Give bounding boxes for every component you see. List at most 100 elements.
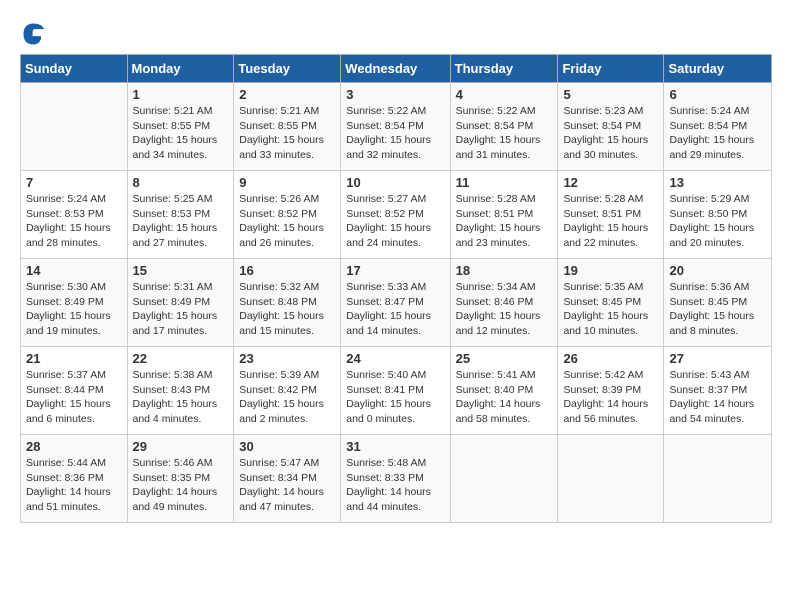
day-info: Sunrise: 5:38 AMSunset: 8:43 PMDaylight:…: [133, 368, 229, 427]
day-info: Sunrise: 5:28 AMSunset: 8:51 PMDaylight:…: [563, 192, 658, 251]
day-info: Sunrise: 5:46 AMSunset: 8:35 PMDaylight:…: [133, 456, 229, 515]
day-cell: 16 Sunrise: 5:32 AMSunset: 8:48 PMDayligh…: [234, 259, 341, 347]
day-cell: 10 Sunrise: 5:27 AMSunset: 8:52 PMDayligh…: [341, 171, 450, 259]
weekday-header-row: SundayMondayTuesdayWednesdayThursdayFrid…: [21, 55, 772, 83]
day-number: 3: [346, 87, 444, 102]
day-cell: 30 Sunrise: 5:47 AMSunset: 8:34 PMDayligh…: [234, 435, 341, 523]
day-cell: 1 Sunrise: 5:21 AMSunset: 8:55 PMDaylight…: [127, 83, 234, 171]
day-info: Sunrise: 5:22 AMSunset: 8:54 PMDaylight:…: [346, 104, 444, 163]
day-info: Sunrise: 5:28 AMSunset: 8:51 PMDaylight:…: [456, 192, 553, 251]
weekday-sunday: Sunday: [21, 55, 128, 83]
day-cell: 24 Sunrise: 5:40 AMSunset: 8:41 PMDayligh…: [341, 347, 450, 435]
week-row-5: 28 Sunrise: 5:44 AMSunset: 8:36 PMDayligh…: [21, 435, 772, 523]
day-number: 7: [26, 175, 122, 190]
day-cell: [450, 435, 558, 523]
day-cell: 6 Sunrise: 5:24 AMSunset: 8:54 PMDaylight…: [664, 83, 772, 171]
day-cell: 5Sunrise: 5:23 AMSunset: 8:54 PMDaylight…: [558, 83, 664, 171]
day-number: 29: [133, 439, 229, 454]
day-cell: 15 Sunrise: 5:31 AMSunset: 8:49 PMDayligh…: [127, 259, 234, 347]
day-number: 14: [26, 263, 122, 278]
day-info: Sunrise: 5:25 AMSunset: 8:53 PMDaylight:…: [133, 192, 229, 251]
day-cell: 21Sunrise: 5:37 AMSunset: 8:44 PMDayligh…: [21, 347, 128, 435]
day-number: 12: [563, 175, 658, 190]
page: SundayMondayTuesdayWednesdayThursdayFrid…: [0, 0, 792, 543]
day-number: 13: [669, 175, 766, 190]
weekday-monday: Monday: [127, 55, 234, 83]
day-info: Sunrise: 5:29 AMSunset: 8:50 PMDaylight:…: [669, 192, 766, 251]
day-cell: 14 Sunrise: 5:30 AMSunset: 8:49 PMDayligh…: [21, 259, 128, 347]
day-cell: [558, 435, 664, 523]
day-info: Sunrise: 5:44 AMSunset: 8:36 PMDaylight:…: [26, 456, 122, 515]
day-number: 17: [346, 263, 444, 278]
day-number: 25: [456, 351, 553, 366]
weekday-saturday: Saturday: [664, 55, 772, 83]
day-number: 26: [563, 351, 658, 366]
day-number: 9: [239, 175, 335, 190]
logo-icon: [20, 20, 48, 48]
day-info: Sunrise: 5:24 AMSunset: 8:54 PMDaylight:…: [669, 104, 766, 163]
day-info: Sunrise: 5:26 AMSunset: 8:52 PMDaylight:…: [239, 192, 335, 251]
weekday-wednesday: Wednesday: [341, 55, 450, 83]
day-number: 5: [563, 87, 658, 102]
day-number: 15: [133, 263, 229, 278]
day-cell: [21, 83, 128, 171]
day-cell: 26 Sunrise: 5:42 AMSunset: 8:39 PMDayligh…: [558, 347, 664, 435]
day-info: Sunrise: 5:27 AMSunset: 8:52 PMDaylight:…: [346, 192, 444, 251]
weekday-thursday: Thursday: [450, 55, 558, 83]
week-row-1: 1 Sunrise: 5:21 AMSunset: 8:55 PMDaylight…: [21, 83, 772, 171]
day-info: Sunrise: 5:43 AMSunset: 8:37 PMDaylight:…: [669, 368, 766, 427]
day-info: Sunrise: 5:31 AMSunset: 8:49 PMDaylight:…: [133, 280, 229, 339]
day-info: Sunrise: 5:41 AMSunset: 8:40 PMDaylight:…: [456, 368, 553, 427]
week-row-3: 14 Sunrise: 5:30 AMSunset: 8:49 PMDayligh…: [21, 259, 772, 347]
day-cell: 17 Sunrise: 5:33 AMSunset: 8:47 PMDayligh…: [341, 259, 450, 347]
day-cell: 4Sunrise: 5:22 AMSunset: 8:54 PMDaylight…: [450, 83, 558, 171]
day-cell: 7 Sunrise: 5:24 AMSunset: 8:53 PMDaylight…: [21, 171, 128, 259]
day-info: Sunrise: 5:36 AMSunset: 8:45 PMDaylight:…: [669, 280, 766, 339]
day-number: 27: [669, 351, 766, 366]
day-info: Sunrise: 5:21 AMSunset: 8:55 PMDaylight:…: [133, 104, 229, 163]
day-number: 16: [239, 263, 335, 278]
weekday-friday: Friday: [558, 55, 664, 83]
weekday-tuesday: Tuesday: [234, 55, 341, 83]
day-number: 4: [456, 87, 553, 102]
day-info: Sunrise: 5:48 AMSunset: 8:33 PMDaylight:…: [346, 456, 444, 515]
day-info: Sunrise: 5:21 AMSunset: 8:55 PMDaylight:…: [239, 104, 335, 163]
week-row-4: 21Sunrise: 5:37 AMSunset: 8:44 PMDayligh…: [21, 347, 772, 435]
day-number: 19: [563, 263, 658, 278]
day-cell: 8Sunrise: 5:25 AMSunset: 8:53 PMDaylight…: [127, 171, 234, 259]
day-cell: 29 Sunrise: 5:46 AMSunset: 8:35 PMDayligh…: [127, 435, 234, 523]
week-row-2: 7 Sunrise: 5:24 AMSunset: 8:53 PMDaylight…: [21, 171, 772, 259]
day-info: Sunrise: 5:42 AMSunset: 8:39 PMDaylight:…: [563, 368, 658, 427]
day-number: 30: [239, 439, 335, 454]
day-cell: 2 Sunrise: 5:21 AMSunset: 8:55 PMDaylight…: [234, 83, 341, 171]
day-info: Sunrise: 5:32 AMSunset: 8:48 PMDaylight:…: [239, 280, 335, 339]
day-number: 11: [456, 175, 553, 190]
day-number: 10: [346, 175, 444, 190]
day-number: 31: [346, 439, 444, 454]
day-info: Sunrise: 5:39 AMSunset: 8:42 PMDaylight:…: [239, 368, 335, 427]
day-cell: 28 Sunrise: 5:44 AMSunset: 8:36 PMDayligh…: [21, 435, 128, 523]
day-number: 28: [26, 439, 122, 454]
day-number: 1: [133, 87, 229, 102]
day-number: 18: [456, 263, 553, 278]
logo: [20, 20, 52, 48]
day-cell: [664, 435, 772, 523]
day-cell: 22Sunrise: 5:38 AMSunset: 8:43 PMDayligh…: [127, 347, 234, 435]
day-cell: 9 Sunrise: 5:26 AMSunset: 8:52 PMDaylight…: [234, 171, 341, 259]
day-info: Sunrise: 5:24 AMSunset: 8:53 PMDaylight:…: [26, 192, 122, 251]
day-info: Sunrise: 5:40 AMSunset: 8:41 PMDaylight:…: [346, 368, 444, 427]
day-info: Sunrise: 5:47 AMSunset: 8:34 PMDaylight:…: [239, 456, 335, 515]
day-number: 21: [26, 351, 122, 366]
day-number: 24: [346, 351, 444, 366]
day-info: Sunrise: 5:30 AMSunset: 8:49 PMDaylight:…: [26, 280, 122, 339]
day-cell: 23 Sunrise: 5:39 AMSunset: 8:42 PMDayligh…: [234, 347, 341, 435]
day-cell: 19Sunrise: 5:35 AMSunset: 8:45 PMDayligh…: [558, 259, 664, 347]
day-cell: 20Sunrise: 5:36 AMSunset: 8:45 PMDayligh…: [664, 259, 772, 347]
day-info: Sunrise: 5:33 AMSunset: 8:47 PMDaylight:…: [346, 280, 444, 339]
day-cell: 31 Sunrise: 5:48 AMSunset: 8:33 PMDayligh…: [341, 435, 450, 523]
day-number: 23: [239, 351, 335, 366]
day-number: 6: [669, 87, 766, 102]
day-cell: 11 Sunrise: 5:28 AMSunset: 8:51 PMDayligh…: [450, 171, 558, 259]
day-cell: 25 Sunrise: 5:41 AMSunset: 8:40 PMDayligh…: [450, 347, 558, 435]
day-number: 2: [239, 87, 335, 102]
